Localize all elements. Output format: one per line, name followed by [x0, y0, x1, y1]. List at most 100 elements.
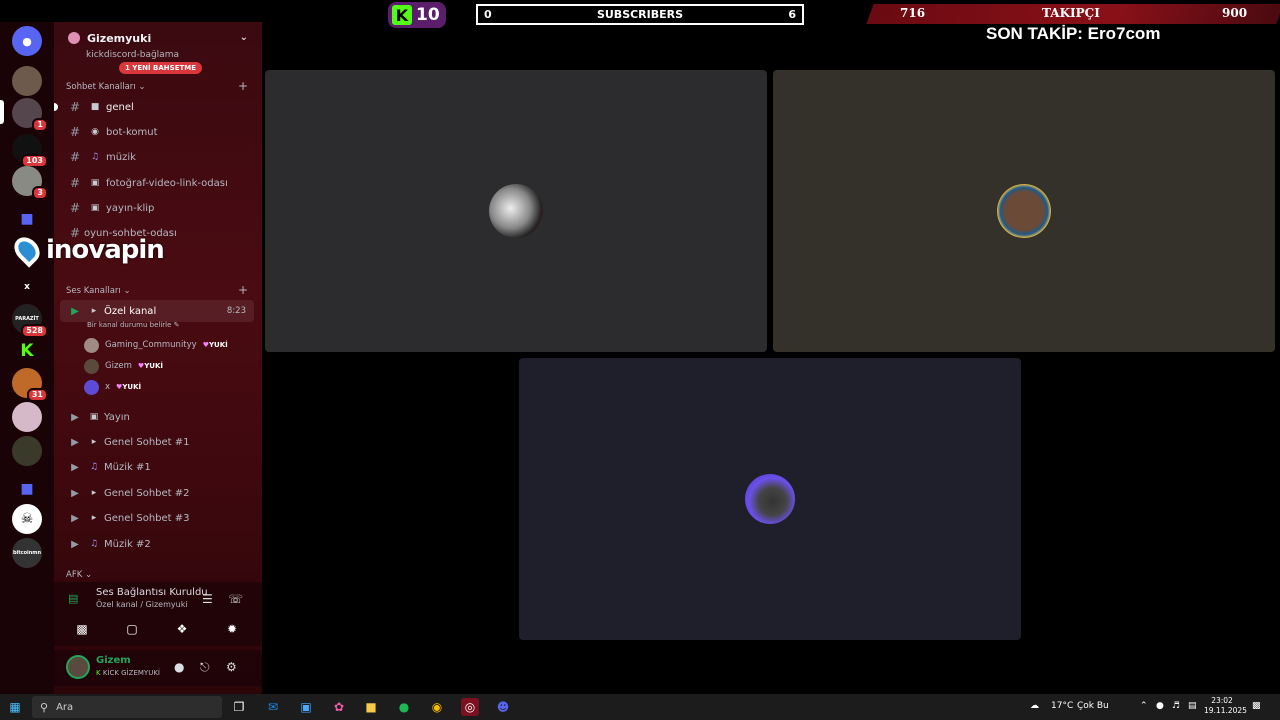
server-icon[interactable]: [12, 402, 42, 432]
taskbar-search[interactable]: ⚲ Ara: [32, 696, 222, 718]
server-icon[interactable]: 103: [12, 134, 48, 168]
notification-icon[interactable]: ▩: [1252, 701, 1261, 711]
copilot-icon[interactable]: ✿: [330, 698, 348, 716]
weather-text[interactable]: Çok Bu: [1077, 701, 1109, 711]
category-text-channels[interactable]: Sohbet Kanalları ⌄: [66, 82, 146, 92]
skull-server-icon[interactable]: ☠: [12, 504, 42, 534]
network-icon[interactable]: ▤: [1188, 701, 1197, 711]
spotify-icon[interactable]: ●: [395, 698, 413, 716]
server-icon[interactable]: [12, 436, 42, 466]
voice-user[interactable]: x YUKİ: [84, 378, 141, 396]
weather-temp[interactable]: 17°C: [1051, 701, 1073, 711]
channel-status-placeholder[interactable]: Bir kanal durumu belirle ✎: [87, 321, 180, 329]
avatar: [84, 379, 99, 395]
add-channel-icon[interactable]: +: [238, 283, 248, 297]
voice-user[interactable]: Gizem YUKİ: [84, 357, 163, 375]
store-icon[interactable]: ▣: [297, 698, 315, 716]
clock-time: 23:02: [1211, 696, 1233, 705]
chat-bubble-icon: ■: [90, 102, 100, 112]
voice-channel-label: Özel kanal: [104, 305, 157, 317]
server-icon[interactable]: [12, 66, 42, 96]
speaker-icon: ▶: [71, 411, 79, 423]
taskbar-clock[interactable]: 23:02 19.11.2025: [1204, 696, 1247, 716]
user-tag: YUKİ: [116, 383, 141, 391]
new-mention-pill[interactable]: 1 YENİ BAHSETME: [119, 62, 203, 74]
windows-start-icon[interactable]: ▦: [6, 698, 24, 716]
category-voice-channels[interactable]: Ses Kanalları ⌄: [66, 286, 131, 296]
volume-icon[interactable]: ♬: [1172, 701, 1180, 711]
soundboard-button[interactable]: ✹: [212, 618, 252, 640]
camera-off-button[interactable]: ▩: [62, 618, 102, 640]
server-rail: ● 1 103 3 ■ x PARAZİT 528 K 31 ■ ☠ bitcoi…: [0, 22, 54, 694]
microphone-icon[interactable]: ●: [174, 660, 184, 674]
folder-icon[interactable]: ■: [12, 204, 42, 234]
channel-yayin-klip[interactable]: # ▣ yayın-klip: [60, 197, 254, 219]
server-icon[interactable]: 31: [12, 368, 48, 402]
voice-channel-yayin[interactable]: ▶ ▣ Yayın: [60, 406, 254, 428]
outlook-icon[interactable]: ✉: [264, 698, 282, 716]
voice-connected-title[interactable]: Ses Bağlantısı Kuruldu: [96, 587, 208, 598]
server-icon-gizemyuki[interactable]: 1: [12, 98, 48, 132]
discord-icon[interactable]: ☻: [494, 698, 512, 716]
kick-icon: K: [392, 5, 412, 25]
voice-connection-panel: ▤ Ses Bağlantısı Kuruldu Özel kanal / Gi…: [54, 582, 262, 646]
voice-channel-genel-1[interactable]: ▶ ▸ Genel Sohbet #1: [60, 431, 254, 453]
video-tile[interactable]: [519, 358, 1021, 640]
microphone-tray-icon[interactable]: ●: [1156, 701, 1164, 711]
mention-badge: 31: [26, 388, 48, 402]
voice-channel-muzik-2[interactable]: ▶ ♫ Müzik #2: [60, 533, 254, 555]
music-note-icon: ♫: [90, 152, 100, 162]
voice-connected-subtitle[interactable]: Özel kanal / Gizemyuki: [96, 600, 188, 609]
avatar: [997, 184, 1051, 238]
server-icon[interactable]: 3: [12, 166, 48, 200]
chevron-up-icon[interactable]: ⌃: [1140, 701, 1148, 711]
chevron-down-icon[interactable]: ⌄: [240, 32, 248, 43]
voice-channel-genel-3[interactable]: ▶ ▸ Genel Sohbet #3: [60, 507, 254, 529]
discord-home-icon[interactable]: ●: [12, 26, 42, 56]
task-view-icon[interactable]: ❐: [230, 698, 248, 716]
channel-genel[interactable]: # ■ genel: [54, 96, 254, 118]
followers-goal: 900: [1222, 6, 1248, 20]
user-name[interactable]: Gizem: [96, 655, 131, 666]
server-icon-x[interactable]: x: [12, 272, 42, 302]
voice-user-name: x: [105, 382, 111, 392]
server-icon-parazit[interactable]: PARAZİT 528: [12, 304, 48, 338]
channel-fotograf[interactable]: # ▣ fotoğraf-video-link-odası: [60, 172, 254, 194]
voice-user-name: Gizem: [105, 361, 132, 371]
noise-suppression-icon[interactable]: ☰: [202, 592, 213, 606]
channel-muzik[interactable]: # ♫ müzik: [60, 146, 254, 168]
signal-icon: ▤: [68, 592, 79, 605]
tv-icon: ▣: [89, 412, 99, 422]
kick-badge: K 10: [388, 2, 446, 28]
server-icon-bitcoin[interactable]: bitcoinmn: [12, 538, 42, 568]
disconnect-icon[interactable]: ☏: [228, 592, 243, 606]
chrome-icon[interactable]: ◉: [428, 698, 446, 716]
channel-bot-komut[interactable]: # ◉ bot-komut: [60, 121, 254, 143]
file-explorer-icon[interactable]: ■: [362, 698, 380, 716]
hash-icon: #: [69, 125, 81, 139]
voice-channel-genel-2[interactable]: ▶ ▸ Genel Sohbet #2: [60, 482, 254, 504]
video-tile[interactable]: [773, 70, 1275, 352]
gear-icon[interactable]: ⚙: [226, 660, 237, 674]
screen-share-button[interactable]: ▢: [112, 618, 152, 640]
weather-icon[interactable]: ☁: [1030, 701, 1039, 711]
headphones-icon[interactable]: ⎋: [200, 660, 210, 675]
avatar: [745, 474, 795, 524]
voice-user[interactable]: Gaming_Communityy YUKİ: [84, 336, 228, 354]
voice-channel-muzik-1[interactable]: ▶ ♫ Müzik #1: [60, 456, 254, 478]
user-status-text: KİCK GİZEMYUKİ: [102, 669, 160, 677]
partial-channel[interactable]: kickdiscord-bağlama: [86, 50, 179, 60]
avatar[interactable]: [66, 655, 90, 679]
speaker-icon: ▶: [71, 436, 79, 448]
folder-icon[interactable]: ■: [12, 474, 42, 504]
activities-button[interactable]: ❖: [162, 618, 202, 640]
channel-label: müzik: [106, 151, 136, 163]
kick-server-icon[interactable]: K: [12, 336, 42, 366]
voice-channel-ozel-kanal[interactable]: ▶ ▸ Özel kanal 8:23: [60, 300, 254, 322]
add-channel-icon[interactable]: +: [238, 79, 248, 93]
video-tile[interactable]: [265, 70, 767, 352]
channel-label: genel: [106, 101, 134, 113]
obs-icon[interactable]: ◎: [461, 698, 479, 716]
voice-channel-label: Genel Sohbet #1: [104, 436, 190, 448]
category-afk[interactable]: AFK ⌄: [66, 570, 92, 580]
